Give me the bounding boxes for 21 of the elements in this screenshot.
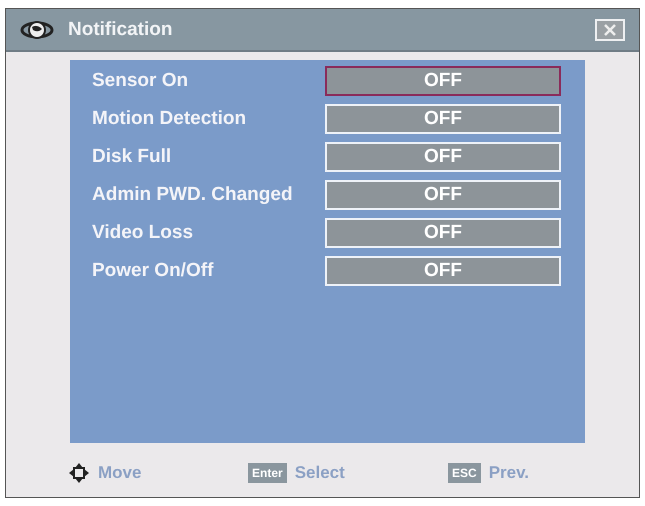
direction-pad-icon	[68, 462, 90, 484]
setting-label: Motion Detection	[91, 108, 248, 130]
key-label: Enter	[248, 463, 287, 483]
setting-label: Power On/Off	[91, 260, 214, 282]
value-field[interactable]: OFF	[325, 256, 561, 286]
value-field[interactable]: OFF	[325, 218, 561, 248]
hint-label: Prev.	[488, 463, 530, 483]
value-field[interactable]: OFF	[325, 180, 561, 210]
setting-label: Video Loss	[91, 222, 194, 244]
value-field[interactable]: OFF	[325, 142, 561, 172]
value-field[interactable]: OFF	[325, 104, 561, 134]
window-title: Notification	[68, 18, 174, 40]
setting-label: Sensor On	[91, 70, 190, 92]
setting-label: Admin PWD. Changed	[91, 184, 294, 206]
hint-label: Select	[294, 463, 345, 483]
value-field[interactable]: OFF	[325, 66, 561, 96]
close-icon	[604, 24, 616, 36]
key-label: ESC	[448, 463, 481, 483]
setting-label: Disk Full	[91, 146, 172, 168]
close-button[interactable]	[595, 18, 625, 40]
hint-label: Move	[98, 463, 142, 483]
